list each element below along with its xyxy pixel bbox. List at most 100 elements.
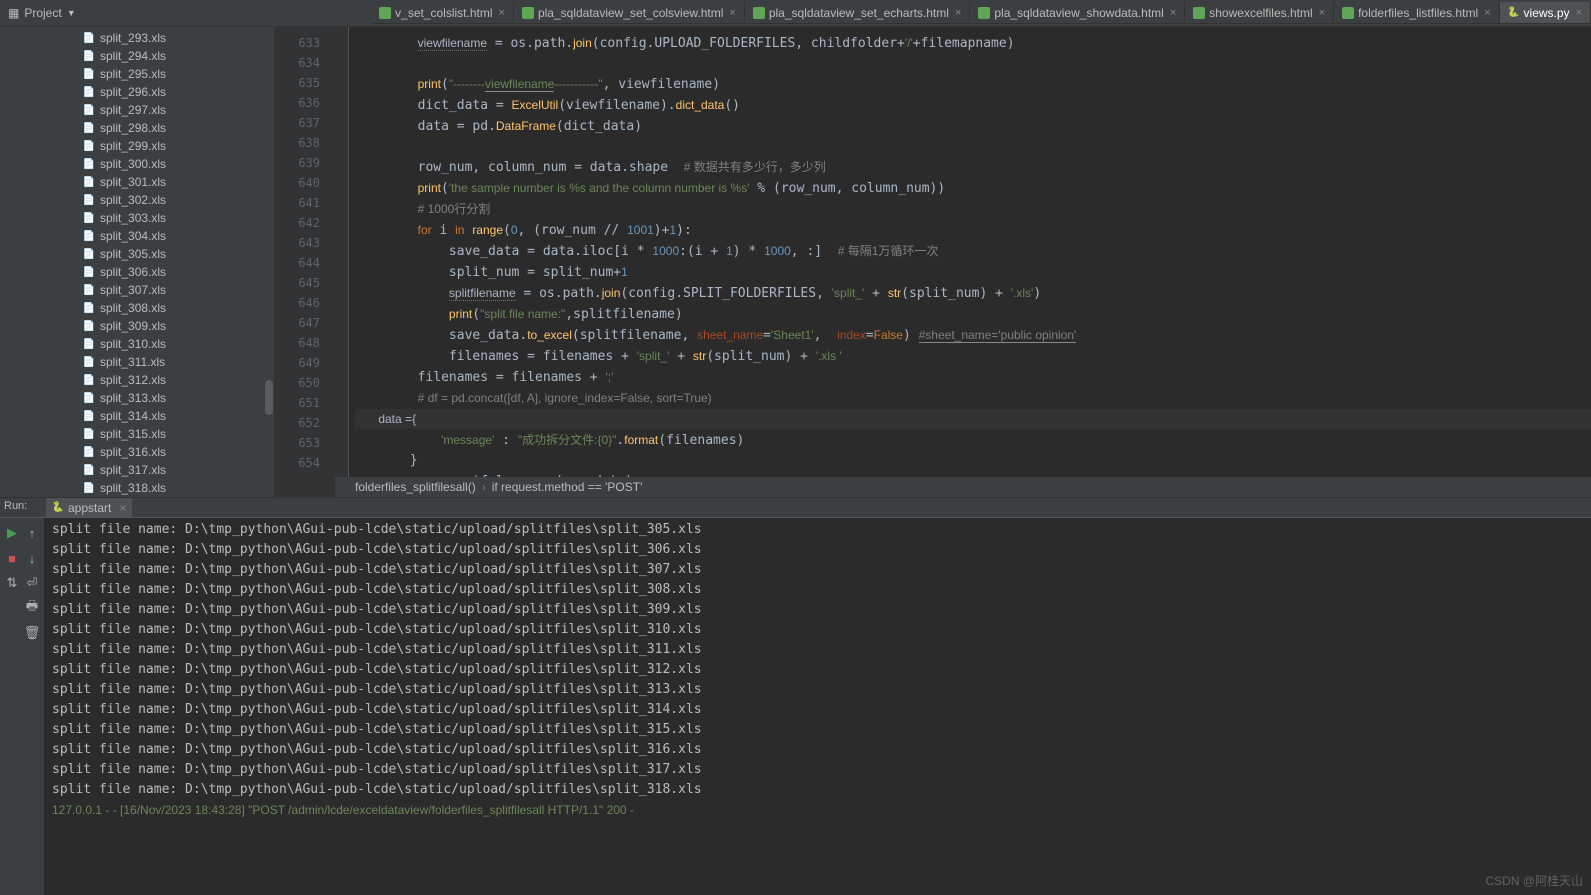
close-icon[interactable]: ×	[1484, 7, 1490, 19]
tab-label: pla_sqldataview_set_echarts.html	[769, 6, 949, 20]
trash-icon[interactable]: 🗑	[23, 624, 41, 642]
html-icon	[379, 7, 391, 19]
project-sidebar[interactable]: 📄 split_293.xls 📄 split_294.xls 📄 split_295.x…	[0, 27, 275, 497]
tab-label: pla_sqldataview_set_colsview.html	[538, 6, 723, 20]
file-tree-item[interactable]: 📄split_318.xls	[0, 479, 274, 497]
close-icon[interactable]: ×	[955, 7, 961, 19]
file-name: split_312.xls	[100, 373, 166, 387]
file-name: split_293.xls	[100, 31, 166, 45]
file-name: split_295.xls	[100, 67, 166, 81]
html-icon	[1193, 7, 1205, 19]
file-name: split_302.xls	[100, 193, 166, 207]
file-tree-item[interactable]: 📄split_300.xls	[0, 155, 274, 173]
file-name: split_315.xls	[100, 427, 166, 441]
editor-tab[interactable]: pla_sqldataview_set_echarts.html ×	[745, 2, 971, 23]
file-name: split_303.xls	[100, 211, 166, 225]
up-icon[interactable]: ↑	[23, 524, 41, 542]
file-icon: 📄	[82, 139, 96, 153]
file-name: split_310.xls	[100, 337, 166, 351]
file-icon: 📄	[82, 319, 96, 333]
file-tree-item[interactable]: 📄split_299.xls	[0, 137, 274, 155]
file-icon: 📄	[82, 427, 96, 441]
file-tree-item[interactable]: 📄split_301.xls	[0, 173, 274, 191]
file-name: split_304.xls	[100, 229, 166, 243]
html-icon	[1342, 7, 1354, 19]
file-tree-item[interactable]: 📄 split_317.xls	[0, 461, 274, 479]
breadcrumb-function[interactable]: folderfiles_splitfilesall()	[355, 480, 476, 494]
file-tree-item[interactable]: 📄 split_307.xls	[0, 281, 274, 299]
run-config-tab[interactable]: 🐍 appstart ×	[46, 498, 132, 517]
close-icon[interactable]: ×	[119, 501, 126, 515]
close-icon[interactable]: ×	[1576, 7, 1582, 19]
file-name: split_318.xls	[100, 481, 166, 495]
tab-label: showexcelfiles.html	[1209, 6, 1312, 20]
fold-gutter[interactable]	[335, 27, 349, 497]
file-tree-item[interactable]: 📄split_310.xls	[0, 335, 274, 353]
file-name: split_309.xls	[100, 319, 166, 333]
close-icon[interactable]: ×	[1170, 7, 1176, 19]
file-name: split_316.xls	[100, 445, 166, 459]
file-tree-item[interactable]: 📄split_313.xls	[0, 389, 274, 407]
file-icon: 📄	[82, 283, 96, 297]
file-name: split_294.xls	[100, 49, 166, 63]
file-name: split_307.xls	[100, 283, 166, 297]
file-icon: 📄	[82, 49, 96, 63]
file-tree-item[interactable]: 📄split_312.xls	[0, 371, 274, 389]
file-tree-item[interactable]: 📄 split_315.xls	[0, 425, 274, 443]
python-icon: 🐍	[52, 502, 64, 514]
html-icon	[753, 7, 765, 19]
code-area[interactable]: viewfilename = os.path.join(config.UPLOA…	[349, 27, 1591, 497]
file-icon: 📄	[82, 31, 96, 45]
editor-tab[interactable]: folderfiles_listfiles.html ×	[1334, 2, 1499, 23]
file-tree-item[interactable]: 📄split_304.xls	[0, 227, 274, 245]
file-icon: 📄	[82, 85, 96, 99]
file-icon: 📄	[82, 67, 96, 81]
breadcrumb-separator-icon: ›	[482, 480, 486, 494]
file-name: split_317.xls	[100, 463, 166, 477]
close-icon[interactable]: ×	[499, 7, 505, 19]
tab-label: v_set_colslist.html	[395, 6, 492, 20]
tab-label: views.py	[1524, 6, 1570, 20]
close-icon[interactable]: ×	[1319, 7, 1325, 19]
file-tree-item[interactable]: 📄 split_294.xls	[0, 47, 274, 65]
file-name: split_314.xls	[100, 409, 166, 423]
file-tree-item[interactable]: 📄split_303.xls	[0, 209, 274, 227]
editor-tab[interactable]: pla_sqldataview_set_colsview.html ×	[514, 2, 745, 23]
file-tree-item[interactable]: 📄 split_295.xls	[0, 65, 274, 83]
close-icon[interactable]: ×	[729, 7, 735, 19]
editor-tab[interactable]: pla_sqldataview_showdata.html×	[970, 2, 1185, 23]
code-editor[interactable]: 633 634 635 636 637 638 639 640 641 642 …	[275, 27, 1591, 497]
down-icon[interactable]: ↓	[23, 549, 41, 567]
line-gutter: 633 634 635 636 637 638 639 640 641 642 …	[275, 27, 335, 497]
file-tree-item[interactable]: 📄split_297.xls	[0, 101, 274, 119]
file-tree-item[interactable]: 📄split_306.xls	[0, 263, 274, 281]
file-tree-item[interactable]: 📄split_305.xls	[0, 245, 274, 263]
tab-label: folderfiles_listfiles.html	[1358, 6, 1478, 20]
file-tree-item[interactable]: 📄split_302.xls	[0, 191, 274, 209]
file-tree-item[interactable]: 📄split_296.xls	[0, 83, 274, 101]
stop-icon[interactable]: ■	[3, 549, 21, 567]
file-icon: 📄	[82, 463, 96, 477]
file-name: split_306.xls	[100, 265, 166, 279]
wrap-icon[interactable]: ⏎	[23, 574, 41, 592]
file-tree-item[interactable]: 📄split_314.xls	[0, 407, 274, 425]
file-name: split_313.xls	[100, 391, 166, 405]
editor-tab[interactable]: v_set_colslist.html ×	[371, 2, 514, 23]
file-tree-item[interactable]: 📄split_316.xls	[0, 443, 274, 461]
file-tree-item[interactable]: 📄split_308.xls	[0, 299, 274, 317]
file-tree-item[interactable]: 📄split_311.xls	[0, 353, 274, 371]
breadcrumb-condition[interactable]: if request.method == 'POST'	[492, 480, 643, 494]
editor-tab[interactable]: 🐍views.py×	[1500, 2, 1591, 23]
editor-tab[interactable]: showexcelfiles.html ×	[1185, 2, 1334, 23]
print-icon[interactable]: 🖶	[23, 599, 41, 617]
terminal-toolbar: ▶ ■ ⇅ ↑ ↓ ⏎ 🖶 🗑	[0, 518, 44, 895]
file-tree-item[interactable]: 📄 split_293.xls	[0, 29, 274, 47]
file-tree-item[interactable]: 📄 split_309.xls	[0, 317, 274, 335]
terminal-output[interactable]: split file name: D:\tmp_python\AGui-pub-…	[44, 518, 1591, 895]
breadcrumb-bar: folderfiles_splitfilesall() › if request…	[335, 477, 1591, 497]
rerun-icon[interactable]: ▶	[3, 524, 21, 542]
project-tool-button[interactable]: ▦ Project ▼	[0, 0, 84, 26]
file-tree-item[interactable]: 📄split_298.xls	[0, 119, 274, 137]
sidebar-scrollbar[interactable]	[265, 380, 273, 415]
layout-icon[interactable]: ⇅	[3, 574, 21, 592]
